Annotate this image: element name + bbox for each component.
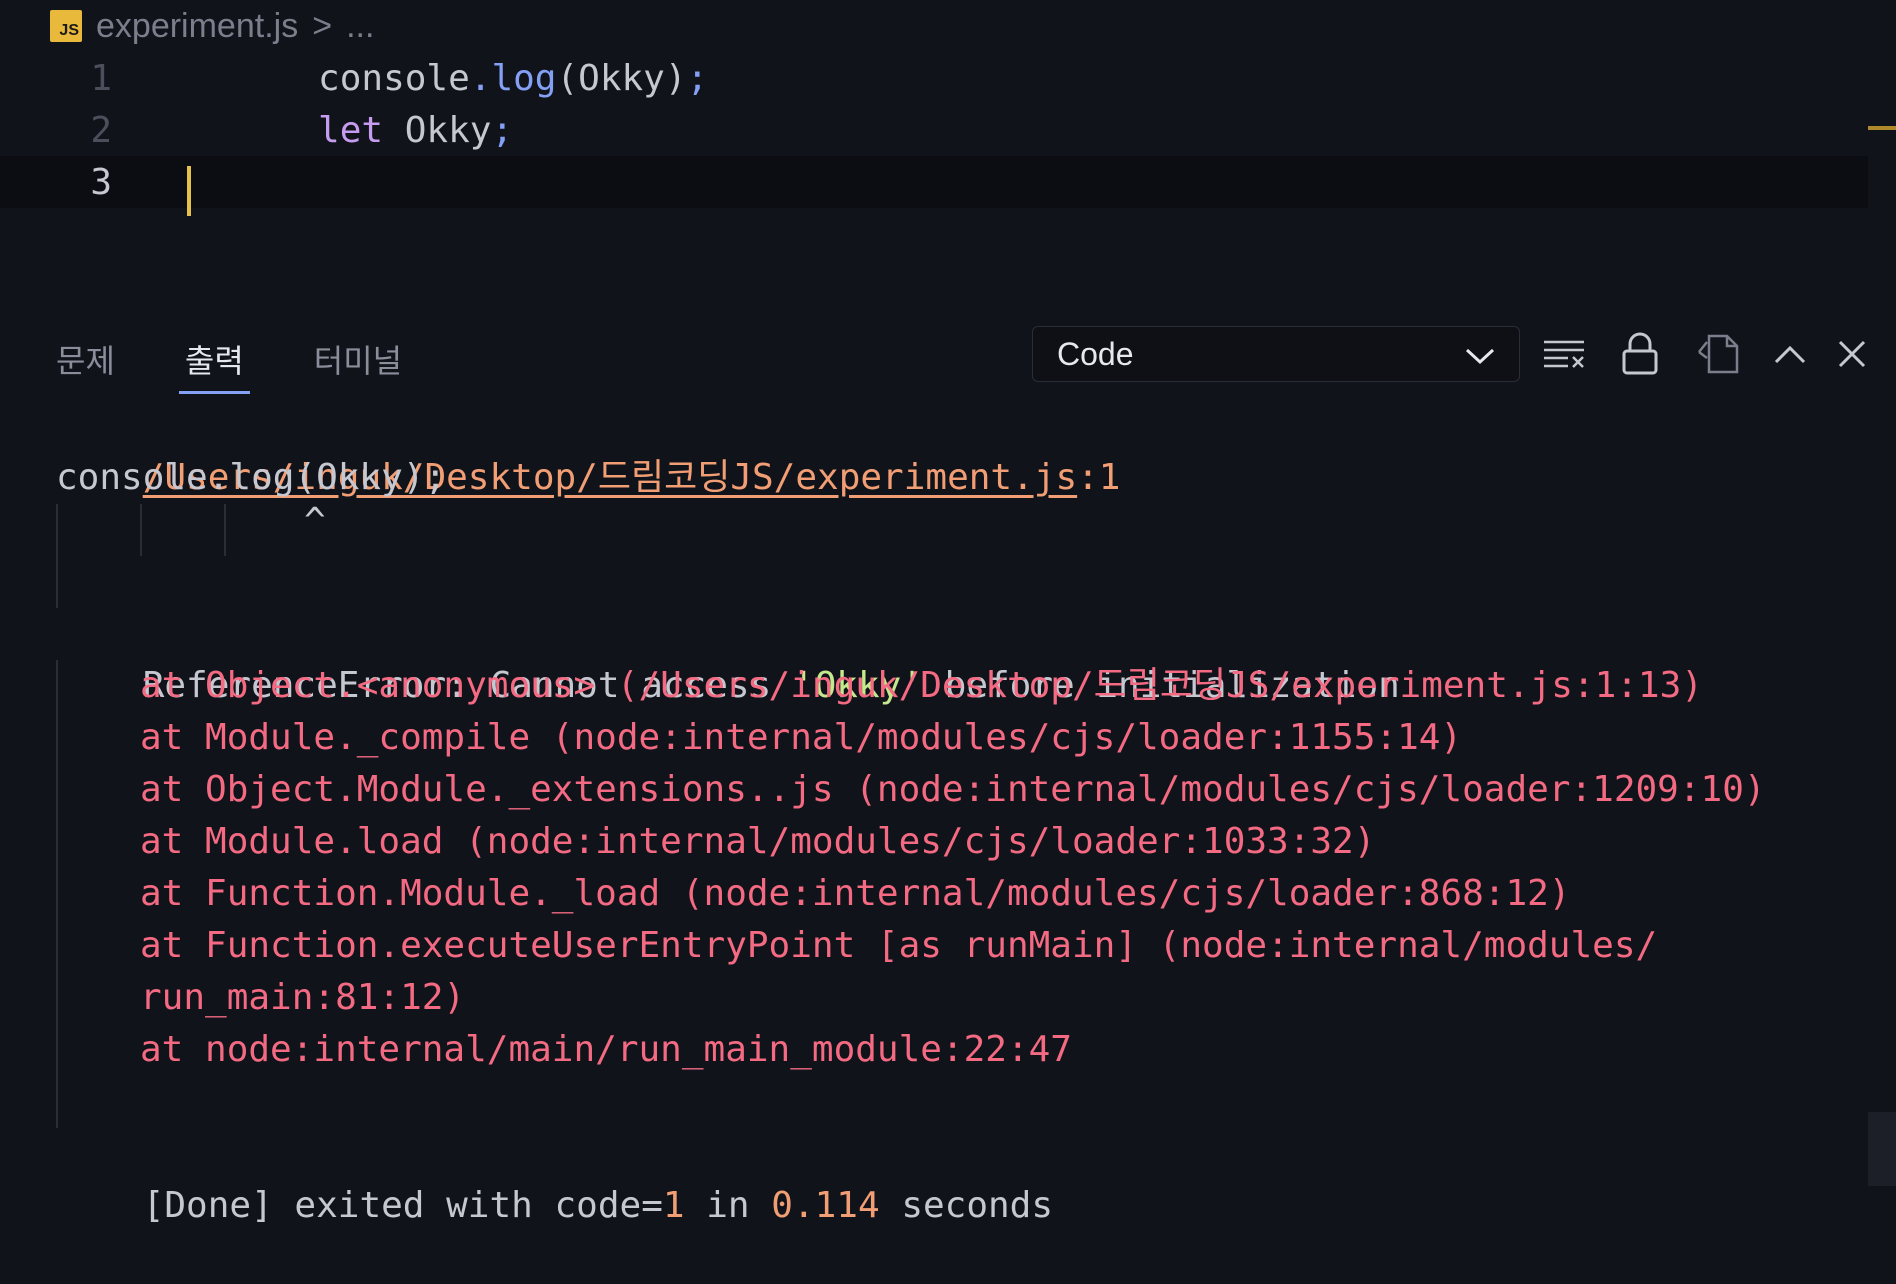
done-prefix: [Done] exited with code= (142, 1185, 663, 1226)
output-file-line: /Users/inguk/Desktop/드림코딩JS/experiment.j… (56, 400, 1121, 498)
panel-tabs: 문제 출력 터미널 (56, 330, 472, 394)
done-suffix: seconds (879, 1185, 1054, 1226)
indent-guide (56, 660, 58, 1128)
token-keyword: let (318, 109, 384, 151)
output-scrollbar[interactable] (1868, 1112, 1896, 1186)
stack-frame: at Function.executeUserEntryPoint [as ru… (140, 925, 1658, 966)
exit-code: 1 (662, 1185, 685, 1226)
indent-guide (224, 504, 226, 556)
clear-output-icon[interactable] (1540, 330, 1588, 378)
output-source-line: console.log(Okky); (56, 457, 447, 498)
output-channel-value: Code (1057, 335, 1134, 372)
output-error-message: ReferenceError: Cannot access 'Okky' bef… (56, 608, 1400, 706)
open-in-editor-icon[interactable] (1694, 330, 1742, 378)
text-cursor (187, 166, 191, 216)
overview-ruler-marker (1868, 126, 1896, 130)
code-line-3[interactable]: 3 (0, 156, 1868, 216)
token-args: (Okky) (556, 57, 687, 99)
stack-frame: at Function.Module._load (node:internal/… (140, 873, 1571, 914)
output-caret: ^ (304, 501, 326, 542)
stack-frame: at node:internal/main/run_main_module:22… (140, 1029, 1072, 1070)
chevron-down-icon (1463, 341, 1497, 378)
stack-frame: at Module.load (node:internal/modules/cj… (140, 821, 1376, 862)
indent-guide (140, 504, 142, 556)
line-number: 3 (90, 161, 112, 203)
javascript-file-icon: JS (50, 10, 82, 42)
close-icon[interactable] (1828, 330, 1876, 378)
code-editor[interactable]: 1 console.log(Okky); 2 let Okky; 3 (0, 52, 1896, 272)
output-channel-select[interactable]: Code (1032, 326, 1520, 382)
stack-frame: at Module._compile (node:internal/module… (140, 717, 1463, 758)
token-identifier: Okky (383, 109, 492, 151)
done-mid: in (684, 1185, 772, 1226)
tab-problems[interactable]: 문제 (56, 330, 115, 394)
token-semicolon: ; (491, 109, 514, 151)
output-file-line-number: :1 (1077, 457, 1121, 498)
stack-frame-continued: run_main:81:12) (140, 977, 466, 1018)
tab-terminal[interactable]: 터미널 (314, 330, 402, 394)
lock-icon[interactable] (1616, 330, 1664, 378)
elapsed-seconds: 0.114 (771, 1185, 880, 1226)
code-line-2[interactable]: 2 let Okky; (0, 104, 1868, 156)
stack-frame: at Object.<anonymous> (/Users/inguk/Desk… (140, 665, 1703, 706)
stack-frame: at Object.Module._extensions..js (node:i… (140, 769, 1766, 810)
line-number: 1 (90, 57, 112, 99)
chevron-up-icon[interactable] (1766, 330, 1814, 378)
line-number: 2 (90, 109, 112, 151)
indent-guide (56, 504, 58, 608)
output-done-line: [Done] exited with code=1 in 0.114 secon… (56, 1128, 1053, 1226)
token-semicolon: ; (686, 57, 709, 99)
tab-output[interactable]: 출력 (178, 330, 250, 394)
